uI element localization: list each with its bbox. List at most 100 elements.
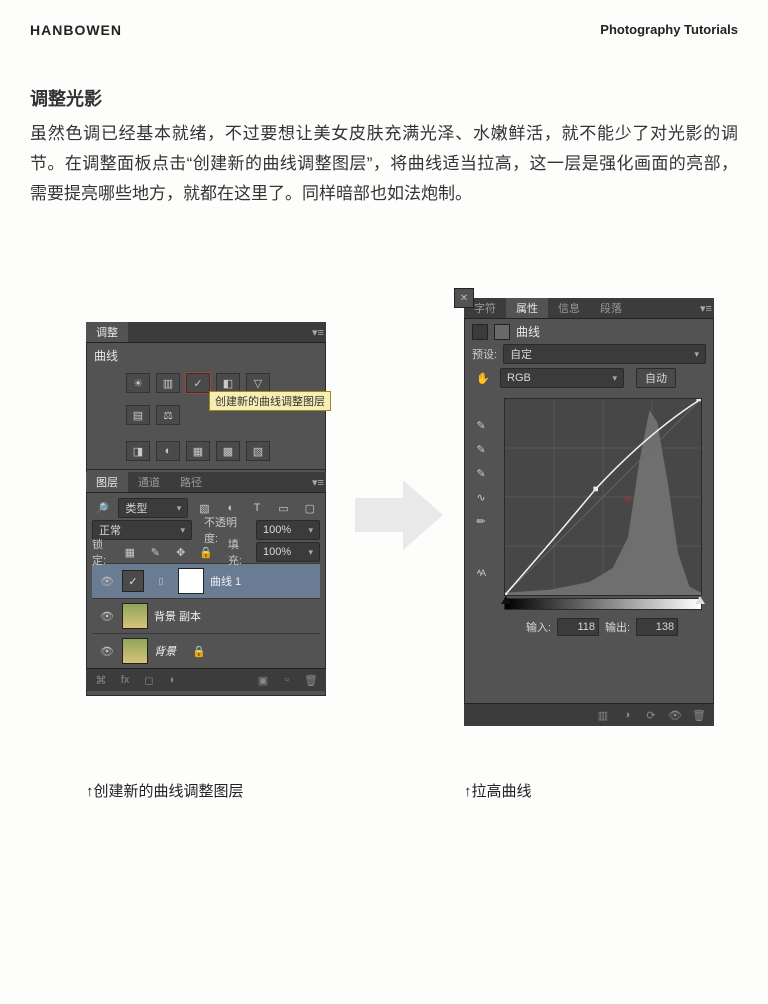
tab-info[interactable]: 信息	[548, 298, 590, 318]
filter-smart-icon[interactable]: ▢	[300, 499, 320, 517]
bw-icon[interactable]: ◨	[126, 441, 150, 461]
clip-to-layer-icon[interactable]: ▥	[596, 709, 610, 722]
more-icon[interactable]: ▽	[246, 373, 270, 393]
search-icon[interactable]: 🔎	[92, 499, 112, 517]
visibility-toggle-icon[interactable]: 👁	[98, 575, 116, 588]
input-gradient[interactable]	[504, 598, 702, 610]
group-icon[interactable]: ▣	[256, 674, 270, 687]
preset-select[interactable]: 自定▾	[503, 344, 706, 364]
photo-filter-icon[interactable]: ◐	[156, 441, 180, 461]
target-marker-icon	[623, 494, 632, 503]
vibrance-icon[interactable]: ▤	[126, 405, 150, 425]
curves-prop-icon	[472, 324, 488, 340]
layer-thumb[interactable]	[122, 603, 148, 629]
channel-select[interactable]: RGB▾	[500, 368, 624, 388]
new-layer-icon[interactable]: ▫	[280, 674, 294, 687]
adjustment-layer-icon[interactable]: ◐	[166, 674, 180, 687]
brightness-contrast-icon[interactable]: ☀	[126, 373, 150, 393]
arrow-right-icon	[355, 480, 445, 550]
opacity-select[interactable]: 100%▾	[256, 520, 320, 540]
reset-icon[interactable]: ⟳	[644, 709, 658, 722]
layer-name: 曲线 1	[210, 573, 241, 589]
preset-label: 预设:	[472, 346, 497, 362]
opacity-value: 100%	[263, 524, 291, 536]
mask-thumb[interactable]	[178, 568, 204, 594]
properties-title: 曲线	[516, 323, 540, 340]
link-layers-icon[interactable]: ⌘	[94, 674, 108, 687]
lock-paint-icon[interactable]: ✎	[146, 543, 165, 561]
tab-paragraph[interactable]: 段落	[590, 298, 632, 318]
levels-icon[interactable]: ▥	[156, 373, 180, 393]
eyedropper-white-icon[interactable]: ✎	[470, 464, 492, 482]
visibility-toggle-icon[interactable]: 👁	[98, 610, 116, 623]
panel-menu-icon[interactable]: ▾≡	[310, 322, 326, 342]
fill-label: 填充:	[228, 536, 250, 568]
hue-sat-icon[interactable]: ⚖	[156, 405, 180, 425]
output-value[interactable]: 138	[636, 618, 678, 636]
layer-name: 背景 副本	[154, 608, 201, 624]
layer-thumb[interactable]	[122, 638, 148, 664]
layer-name: 背景	[154, 643, 176, 659]
toggle-visibility-icon[interactable]: 👁	[668, 709, 682, 722]
auto-button[interactable]: 自动	[636, 368, 676, 388]
lut-icon[interactable]: ▩	[216, 441, 240, 461]
properties-footer: ▥ ◑ ⟳ 👁 🗑	[464, 703, 714, 726]
adjustment-presets-grid: ☀ ▥ ✓ ◧ ▽ 创建新的曲线调整图层 ▤ ⚖ ◨ ◐ ▦ ▩ ▧	[86, 367, 326, 469]
channel-hand-icon[interactable]: ✋	[472, 369, 494, 387]
channel-mixer-icon[interactable]: ▦	[186, 441, 210, 461]
lock-icon: 🔒	[188, 642, 210, 660]
edit-points-icon[interactable]: ∿	[470, 488, 492, 506]
brand-text: HANBOWEN	[30, 22, 122, 38]
eyedropper-black-icon[interactable]: ✎	[470, 416, 492, 434]
tab-channels[interactable]: 通道	[128, 472, 170, 492]
caption-right: ↑拉高曲线	[464, 780, 532, 801]
tab-paths[interactable]: 路径	[170, 472, 212, 492]
lock-pos-icon[interactable]: ✥	[171, 543, 190, 561]
curve-point-mid[interactable]	[593, 487, 598, 492]
draw-curve-icon[interactable]: ✏	[470, 512, 492, 530]
layer-item-bgcopy[interactable]: 👁 背景 副本	[92, 598, 320, 633]
tab-layers[interactable]: 图层	[86, 472, 128, 492]
tab-properties[interactable]: 属性	[506, 298, 548, 318]
curves-graph[interactable]	[504, 398, 702, 596]
mask-prop-icon	[494, 324, 510, 340]
layer-item-bg[interactable]: 👁 背景 🔒	[92, 633, 320, 668]
tab-adjustments[interactable]: 调整	[86, 322, 128, 342]
properties-heading-row: 曲线	[464, 319, 714, 342]
filter-type-select[interactable]: 类型▾	[118, 498, 188, 518]
lock-trans-icon[interactable]: ▦	[120, 543, 139, 561]
eyedropper-gray-icon[interactable]: ✎	[470, 440, 492, 458]
exposure-icon[interactable]: ◧	[216, 373, 240, 393]
panel-menu-icon[interactable]: ▾≡	[698, 298, 714, 318]
invert-icon[interactable]: ▧	[246, 441, 270, 461]
mask-icon[interactable]: ◻	[142, 674, 156, 687]
input-value[interactable]: 118	[557, 618, 599, 636]
article-body: 调整光影 虽然色调已经基本就绪，不过要想让美女皮肤充满光泽、水嫩鲜活，就不能少了…	[30, 85, 738, 208]
close-panel-icon[interactable]: ✕	[454, 288, 474, 308]
fx-icon[interactable]: fx	[118, 674, 132, 687]
layers-footer: ⌘ fx ◻ ◐ ▣ ▫ 🗑	[86, 668, 326, 691]
properties-curves-panel: ✕ 字符 属性 信息 段落 ▾≡ 曲线 预设: 自定▾ ✋ RGB▾ 自	[464, 298, 714, 726]
filter-type-icon[interactable]: T	[247, 499, 267, 517]
fill-select[interactable]: 100%▾	[256, 542, 320, 562]
page: HANBOWEN Photography Tutorials 调整光影 虽然色调…	[0, 0, 768, 1004]
io-row: 输入: 118 输出: 138	[504, 618, 700, 636]
curves-icon[interactable]: ✓	[186, 373, 210, 393]
channel-value: RGB	[507, 372, 531, 384]
preset-value: 自定	[510, 346, 532, 362]
layer-link-icon[interactable]: ▯	[150, 572, 172, 590]
channel-row: ✋ RGB▾ 自动	[464, 366, 714, 390]
curves-thumb-icon: ✓	[122, 570, 144, 592]
trash-icon[interactable]: 🗑	[692, 709, 706, 722]
layer-item-curves1[interactable]: 👁 ✓ ▯ 曲线 1	[92, 563, 320, 598]
visibility-toggle-icon[interactable]: 👁	[98, 645, 116, 658]
lock-all-icon[interactable]: 🔒	[196, 543, 215, 561]
caps-icon[interactable]: ᴬA	[470, 564, 492, 582]
filter-shape-icon[interactable]: ▭	[273, 499, 293, 517]
trash-icon[interactable]: 🗑	[304, 674, 318, 687]
view-previous-icon[interactable]: ◑	[620, 709, 634, 721]
input-label: 输入:	[526, 619, 551, 635]
fill-value: 100%	[263, 546, 291, 558]
layers-menu-icon[interactable]: ▾≡	[310, 472, 326, 492]
tagline-text: Photography Tutorials	[600, 22, 738, 37]
